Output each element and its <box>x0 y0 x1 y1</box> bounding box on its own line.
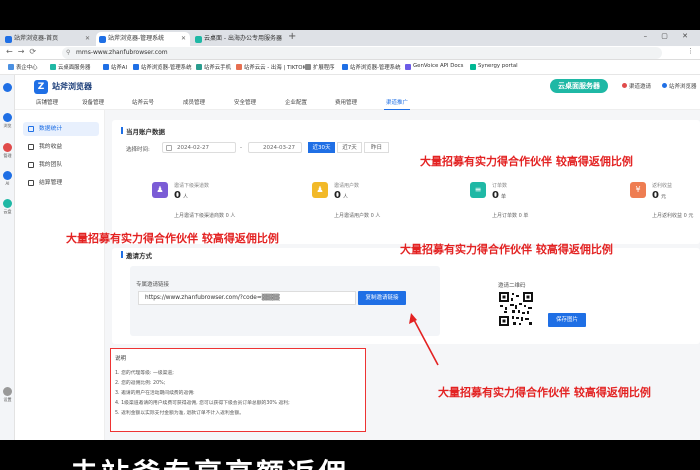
promo-overlay-text: 大量招募有实力得合作伙伴 较高得返佣比例 <box>438 386 651 399</box>
promo-overlay-text: 大量招募有实力得合作伙伴 较高得返佣比例 <box>66 232 279 245</box>
screen: 站斧浏览器-首页 ✕ 站斧浏览器-管理系统 ✕ 云桌面 - 出海办公专用服务器 … <box>0 0 700 470</box>
promo-overlay-text: 大量招募有实力得合作伙伴 较高得返佣比例 <box>400 243 613 256</box>
promo-overlay-text: 大量招募有实力得合作伙伴 较高得返佣比例 <box>420 155 633 168</box>
bottom-caption: 去站斧专享高额返佣 <box>70 452 349 470</box>
